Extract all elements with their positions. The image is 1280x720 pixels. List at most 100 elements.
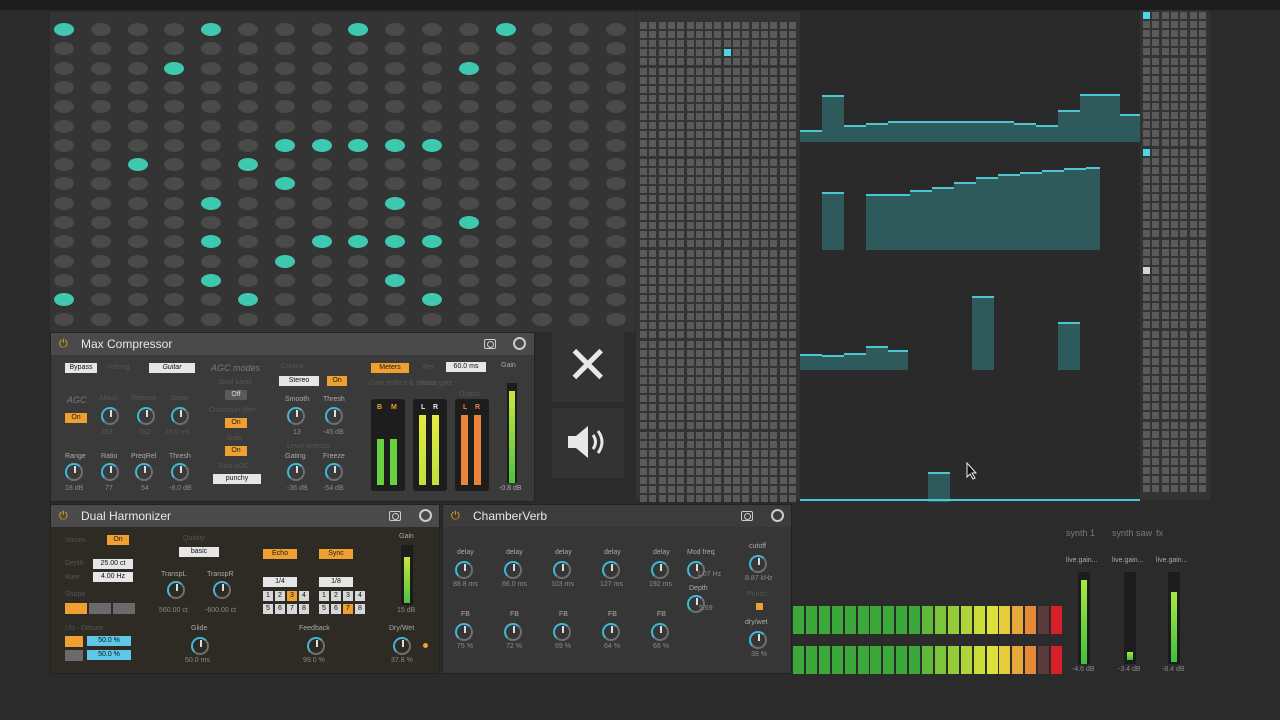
echo-button[interactable]: Echo [263,549,297,559]
grid-cell[interactable] [311,254,332,268]
matrix-cell[interactable] [705,231,713,239]
grid-cell[interactable] [458,138,479,152]
agc-on-button[interactable]: On [65,413,87,423]
matrix-cell[interactable] [779,440,787,448]
matrix-cell[interactable] [1180,275,1188,283]
matrix-cell[interactable] [667,431,675,439]
matrix-cell[interactable] [1198,130,1206,138]
matrix-cell[interactable] [1143,376,1150,383]
matrix-cell[interactable] [1143,294,1150,302]
matrix-cell[interactable] [733,49,740,57]
matrix-cell[interactable] [779,267,787,275]
matrix-cell[interactable] [779,313,787,321]
matrix-cell[interactable] [751,495,759,503]
matrix-cell[interactable] [1170,339,1178,347]
power-icon[interactable]: ⏻ [59,510,71,522]
grid-cell[interactable] [422,254,442,268]
matrix-cell[interactable] [760,395,768,403]
matrix-cell[interactable] [770,304,778,312]
matrix-cell[interactable] [788,76,796,84]
matrix-cell[interactable] [705,349,713,357]
matrix-cell[interactable] [742,103,750,111]
matrix-cell[interactable] [695,149,703,157]
matrix-cell[interactable] [1143,366,1150,374]
matrix-cell[interactable] [1143,130,1150,138]
grid-cell[interactable] [458,100,479,114]
matrix-cell[interactable] [649,313,657,321]
matrix-cell[interactable] [1161,103,1169,110]
matrix-cell[interactable] [779,467,787,475]
matrix-cell[interactable] [714,167,722,175]
grid-cell[interactable] [164,196,185,210]
rate-field[interactable]: 4.00 Hz [93,572,133,582]
grid-cell[interactable] [532,119,553,133]
matrix-cell[interactable] [733,158,740,166]
matrix-cell[interactable] [686,358,694,366]
matrix-cell[interactable] [1198,439,1206,447]
matrix-cell[interactable] [1143,175,1150,183]
matrix-cell[interactable] [760,213,768,221]
matrix-cell[interactable] [788,458,796,466]
matrix-cell[interactable] [667,258,675,266]
matrix-cell[interactable] [705,22,713,29]
matrix-cell[interactable] [1143,93,1150,101]
matrix-cell[interactable] [658,458,666,466]
matrix-cell[interactable] [1143,257,1150,265]
matrix-cell[interactable] [705,140,713,148]
matrix-cell[interactable] [705,440,713,448]
matrix-cell[interactable] [788,176,796,184]
matrix-cell[interactable] [1143,66,1150,74]
matrix-cell[interactable] [705,304,713,312]
matrix-cell[interactable] [1143,385,1150,393]
matrix-cell[interactable] [751,240,759,248]
matrix-cell[interactable] [1189,275,1197,283]
matrix-cell[interactable] [1161,121,1169,129]
matrix-cell[interactable] [742,340,750,348]
matrix-cell[interactable] [1189,221,1197,229]
matrix-cell[interactable] [1189,239,1197,247]
grid-cell[interactable] [201,254,222,268]
matrix-cell[interactable] [742,495,750,503]
matrix-cell[interactable] [779,367,787,375]
matrix-cell[interactable] [686,458,694,466]
matrix-cell[interactable] [1180,57,1188,65]
matrix-cell[interactable] [667,204,675,211]
multislider-bar[interactable] [844,353,866,370]
matrix-cell[interactable] [1189,12,1197,19]
matrix-cell[interactable] [733,340,740,348]
matrix-cell[interactable] [658,113,666,120]
power-icon[interactable]: ⏻ [59,338,71,350]
matrix-cell[interactable] [742,31,750,39]
matrix-cell[interactable] [770,194,778,202]
matrix-cell[interactable] [1161,112,1169,120]
matrix-cell[interactable] [640,76,647,84]
matrix-cell[interactable] [649,322,657,330]
echo-step-6[interactable]: 6 [275,604,285,614]
matrix-cell[interactable] [677,76,685,84]
grid-cell[interactable] [606,119,626,133]
matrix-cell[interactable] [658,313,666,321]
matrix-cell[interactable] [677,486,685,494]
matrix-cell[interactable] [1198,230,1206,238]
matrix-cell[interactable] [640,85,647,93]
matrix-cell[interactable] [677,304,685,312]
matrix-cell[interactable] [733,449,740,457]
grid-cell[interactable] [569,100,590,114]
matrix-cell[interactable] [779,176,787,184]
matrix-cell[interactable] [770,422,778,430]
matrix-cell[interactable] [705,58,713,66]
matrix-cell[interactable] [742,322,750,330]
matrix-cell[interactable] [751,149,759,157]
grid-cell[interactable] [569,235,590,249]
matrix-cell[interactable] [1170,57,1178,65]
matrix-cell[interactable] [1180,84,1188,92]
matrix-cell[interactable] [1189,330,1197,338]
matrix-cell[interactable] [705,158,713,166]
matrix-cell[interactable] [686,122,694,130]
matrix-cell[interactable] [1180,366,1188,374]
matrix-cell[interactable] [733,131,740,139]
matrix-cell[interactable] [714,404,722,412]
matrix-cell[interactable] [1170,48,1178,56]
matrix-cell[interactable] [677,413,685,421]
multislider-bar[interactable] [928,472,950,502]
